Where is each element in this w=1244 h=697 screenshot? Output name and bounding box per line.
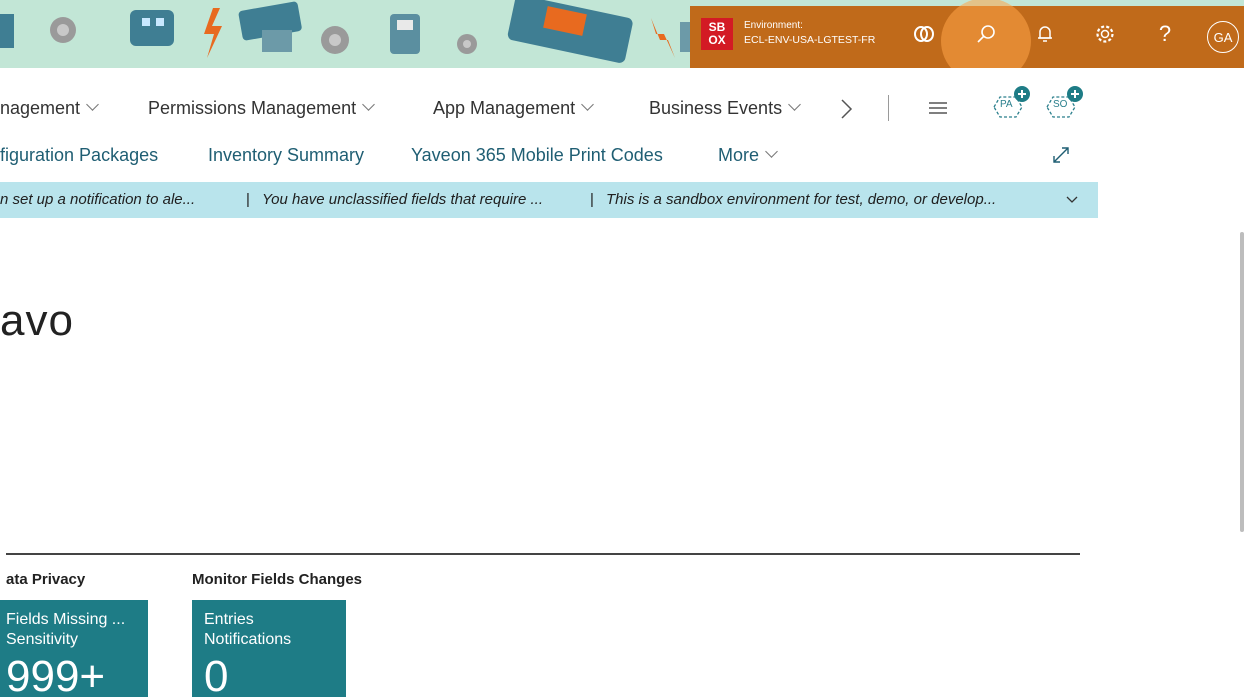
notification-separator: | bbox=[246, 191, 250, 208]
notification-item[interactable]: n set up a notification to ale... bbox=[0, 182, 195, 218]
chevron-down-icon bbox=[362, 98, 375, 111]
banner-illustration bbox=[0, 0, 700, 63]
bell-icon[interactable] bbox=[1033, 22, 1057, 46]
nav-more-button[interactable]: More bbox=[718, 145, 778, 166]
nav-link-yaveon-mobile-print-codes[interactable]: Yaveon 365 Mobile Print Codes bbox=[411, 145, 663, 166]
avatar[interactable]: GA bbox=[1207, 21, 1239, 53]
group-title-monitor-fields-changes: Monitor Fields Changes bbox=[192, 571, 363, 588]
plus-icon bbox=[1067, 86, 1083, 102]
vertical-scrollbar[interactable] bbox=[1238, 232, 1244, 532]
chevron-down-icon bbox=[581, 98, 594, 111]
chevron-down-icon bbox=[86, 98, 99, 111]
nav-item-label: Permissions Management bbox=[148, 98, 357, 118]
quick-create-pa-label: PA bbox=[1000, 99, 1013, 110]
notification-item[interactable]: You have unclassified fields that requir… bbox=[262, 182, 543, 218]
nav-item-permissions-management[interactable]: Permissions Management bbox=[148, 98, 375, 119]
notification-banner[interactable]: n set up a notification to ale... | You … bbox=[0, 182, 1098, 218]
nav-item-label: App Management bbox=[433, 98, 576, 118]
tile-caption-line2: Sensitivity bbox=[6, 631, 79, 648]
tile-caption-line1: Entries bbox=[204, 611, 254, 628]
nav-item-app-management[interactable]: App Management bbox=[433, 98, 594, 119]
secondary-nav: figuration Packages Inventory Summary Ya… bbox=[0, 140, 1244, 170]
tile-value: 0 bbox=[204, 652, 229, 697]
sandbox-badge: SB OX bbox=[701, 18, 733, 50]
cue-tile-fields-missing-sensitivity[interactable]: Fields Missing ... Sensitivity 999+ bbox=[0, 600, 148, 697]
quick-create-pa-button[interactable]: PA bbox=[988, 86, 1030, 120]
chevron-down-icon[interactable] bbox=[1066, 196, 1078, 204]
environment-label: Environment: bbox=[744, 20, 803, 31]
chevron-right-icon[interactable] bbox=[838, 97, 854, 121]
tile-caption: Entries Notifications bbox=[204, 610, 291, 650]
sandbox-badge-line2: OX bbox=[708, 33, 726, 47]
environment-info[interactable]: Environment: ECL-ENV-USA-LGTEST-FR bbox=[744, 19, 875, 47]
chevron-down-icon bbox=[765, 145, 778, 158]
nav-item-business-events[interactable]: Business Events bbox=[649, 98, 801, 119]
nav-item-label: nagement bbox=[0, 98, 81, 118]
expand-icon[interactable] bbox=[1050, 144, 1072, 166]
notification-item[interactable]: This is a sandbox environment for test, … bbox=[606, 182, 996, 218]
environment-name: ECL-ENV-USA-LGTEST-FR bbox=[744, 34, 876, 46]
hamburger-menu-icon[interactable] bbox=[928, 101, 948, 115]
section-divider bbox=[6, 553, 1080, 555]
nav-link-configuration-packages[interactable]: figuration Packages bbox=[0, 145, 158, 166]
cue-tile-entries-notifications[interactable]: Entries Notifications 0 bbox=[192, 600, 346, 697]
nav-link-inventory-summary[interactable]: Inventory Summary bbox=[208, 145, 364, 166]
help-icon[interactable]: ? bbox=[1153, 21, 1177, 46]
search-icon[interactable] bbox=[975, 22, 999, 46]
scrollbar-thumb[interactable] bbox=[1240, 232, 1244, 532]
notification-separator: | bbox=[590, 191, 594, 208]
nav-item-label: Business Events bbox=[649, 98, 783, 118]
chevron-down-icon bbox=[788, 98, 801, 111]
plus-icon bbox=[1014, 86, 1030, 102]
tile-value: 999+ bbox=[6, 652, 106, 697]
more-label: More bbox=[718, 145, 760, 165]
page-headline: avo bbox=[0, 296, 74, 345]
app-banner: SB OX Environment: ECL-ENV-USA-LGTEST-FR… bbox=[0, 0, 1244, 68]
copilot-icon[interactable] bbox=[912, 22, 936, 46]
quick-create-so-button[interactable]: SO bbox=[1041, 86, 1083, 120]
tile-caption: Fields Missing ... Sensitivity bbox=[6, 610, 125, 650]
quick-create-so-label: SO bbox=[1053, 99, 1068, 110]
tile-caption-line1: Fields Missing ... bbox=[6, 611, 126, 628]
gear-icon[interactable] bbox=[1093, 22, 1117, 46]
nav-item-management[interactable]: nagement bbox=[0, 98, 99, 119]
group-title-data-privacy: ata Privacy bbox=[6, 571, 86, 588]
tile-caption-line2: Notifications bbox=[204, 631, 292, 648]
nav-divider bbox=[888, 95, 889, 121]
